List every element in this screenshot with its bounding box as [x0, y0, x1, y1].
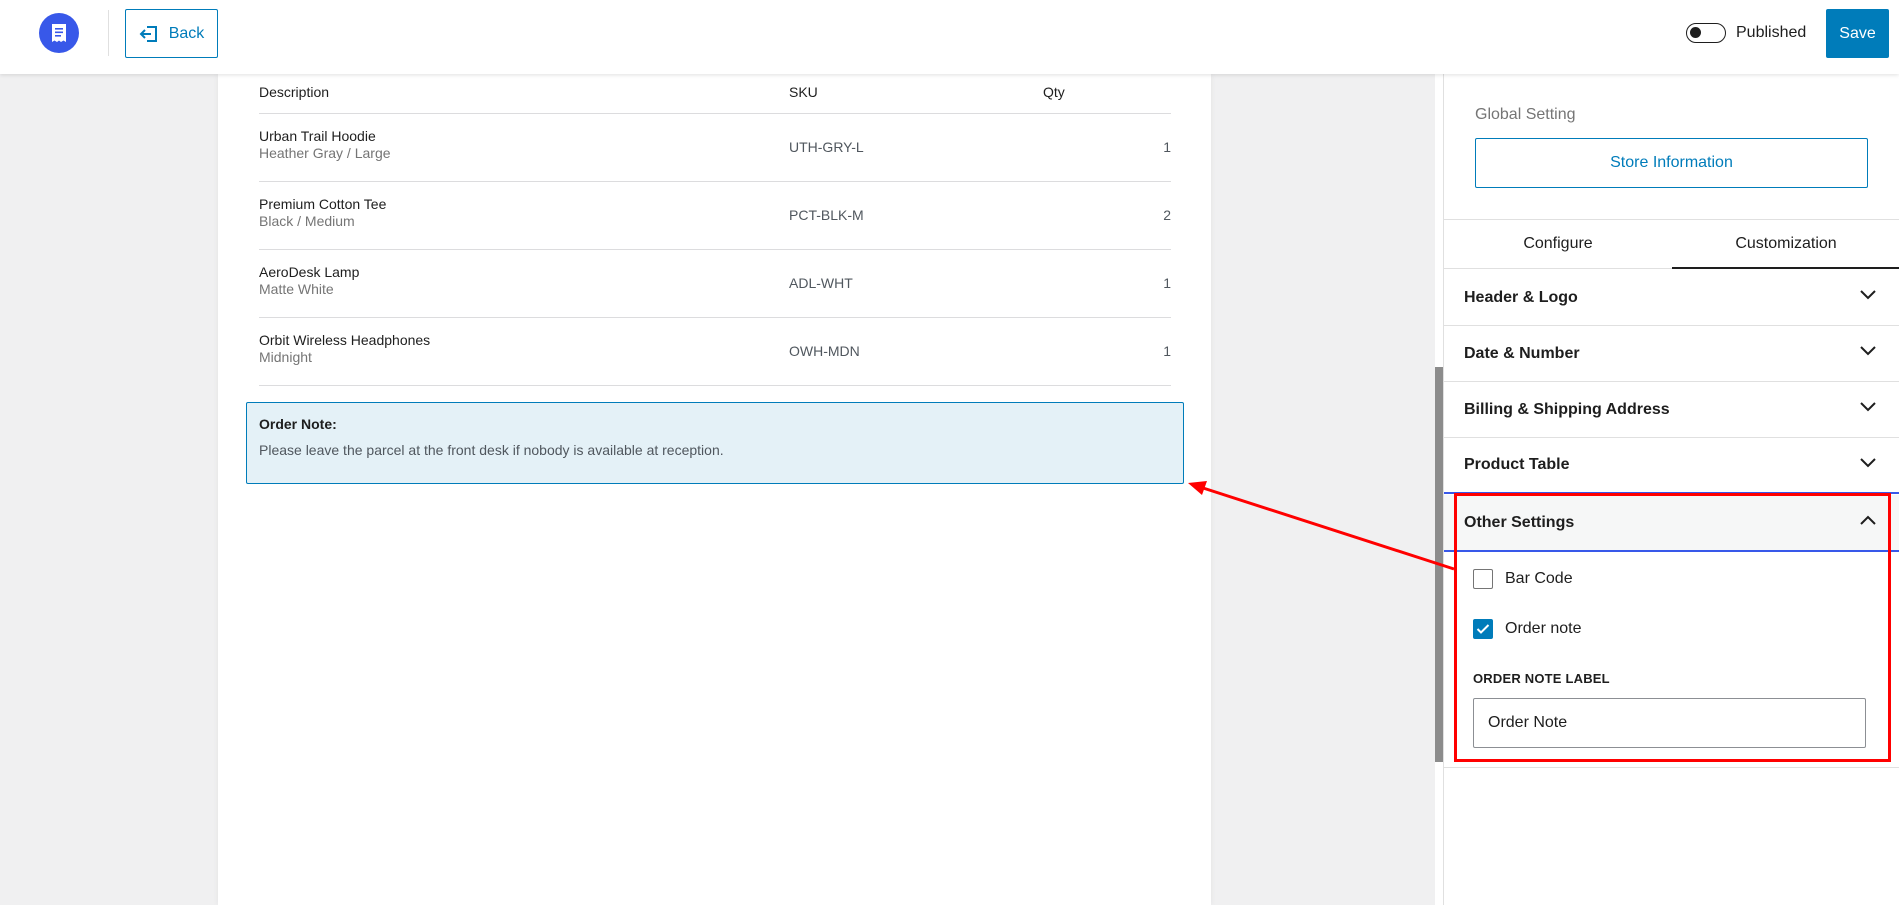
panel-title: Billing & Shipping Address [1464, 400, 1670, 418]
other-settings-divider [1443, 767, 1899, 768]
topbar-divider [108, 10, 109, 56]
order-note-block[interactable]: Order Note: Please leave the parcel at t… [246, 402, 1184, 484]
product-variant: Matte White [259, 281, 334, 297]
chevron-down-icon [1860, 458, 1876, 468]
product-name: AeroDesk Lamp [259, 264, 360, 280]
table-header: Description SKU Qty [259, 74, 1171, 114]
order-note-checkbox[interactable] [1473, 619, 1493, 639]
back-button-label: Back [168, 24, 205, 42]
top-bar: Back Published Save [0, 0, 1899, 74]
order-note-label: Order note [1505, 620, 1582, 637]
product-name: Orbit Wireless Headphones [259, 332, 431, 348]
receipt-icon [52, 24, 66, 42]
product-sku: OWH-MDN [789, 343, 860, 359]
panel-title: Other Settings [1464, 513, 1575, 531]
sidebar-tabs: Configure Customization [1444, 219, 1899, 269]
product-variant: Heather Gray / Large [259, 145, 391, 161]
barcode-checkbox-row[interactable]: Bar Code [1473, 569, 1573, 589]
store-information-button[interactable]: Store Information [1475, 138, 1868, 188]
exit-arrow-icon [139, 25, 157, 42]
app-logo[interactable] [39, 13, 79, 53]
panel-header-logo[interactable]: Header & Logo [1444, 270, 1899, 326]
chevron-down-icon [1860, 346, 1876, 356]
chevron-down-icon [1860, 290, 1876, 300]
save-button[interactable]: Save [1826, 9, 1889, 58]
header-description: Description [259, 84, 330, 100]
document-preview: Description SKU Qty Urban Trail Hoodie H… [218, 74, 1211, 905]
order-note-text: Please leave the parcel at the front des… [259, 442, 724, 458]
table-row: Premium Cotton Tee Black / Medium PCT-BL… [259, 182, 1171, 250]
scrollbar-thumb[interactable] [1435, 367, 1443, 762]
product-sku: PCT-BLK-M [789, 207, 864, 223]
published-label: Published [1736, 24, 1807, 41]
panel-date-number[interactable]: Date & Number [1444, 326, 1899, 382]
tab-configure[interactable]: Configure [1444, 220, 1672, 268]
product-qty: 1 [1163, 343, 1171, 359]
order-note-field-label: ORDER NOTE LABEL [1473, 671, 1610, 686]
barcode-checkbox[interactable] [1473, 569, 1493, 589]
chevron-up-icon [1860, 515, 1876, 525]
tab-customization[interactable]: Customization [1672, 220, 1899, 269]
settings-sidebar: Global Setting Store Information Configu… [1443, 74, 1899, 905]
table-row: AeroDesk Lamp Matte White ADL-WHT 1 [259, 250, 1171, 318]
product-variant: Black / Medium [259, 213, 355, 229]
published-toggle[interactable] [1686, 23, 1726, 43]
table-row: Urban Trail Hoodie Heather Gray / Large … [259, 114, 1171, 182]
product-name: Urban Trail Hoodie [259, 128, 376, 144]
panel-billing-shipping-address[interactable]: Billing & Shipping Address [1444, 382, 1899, 438]
product-name: Premium Cotton Tee [259, 196, 387, 212]
product-qty: 1 [1163, 275, 1171, 291]
product-qty: 2 [1163, 207, 1171, 223]
product-table: Description SKU Qty Urban Trail Hoodie H… [259, 74, 1171, 386]
panel-product-table[interactable]: Product Table [1444, 438, 1899, 494]
panel-title: Product Table [1464, 456, 1570, 473]
header-sku: SKU [789, 84, 818, 100]
panel-other-settings[interactable]: Other Settings [1444, 495, 1899, 552]
barcode-label: Bar Code [1505, 570, 1573, 587]
back-button[interactable]: Back [125, 9, 218, 58]
product-variant: Midnight [259, 349, 312, 365]
product-qty: 1 [1163, 139, 1171, 155]
panel-title: Date & Number [1464, 344, 1580, 362]
product-sku: ADL-WHT [789, 275, 853, 291]
order-note-title: Order Note: [259, 416, 337, 432]
toggle-knob [1690, 27, 1701, 38]
order-note-label-input[interactable] [1473, 698, 1866, 748]
table-row: Orbit Wireless Headphones Midnight OWH-M… [259, 318, 1171, 386]
panel-title: Header & Logo [1464, 288, 1578, 306]
order-note-checkbox-row[interactable]: Order note [1473, 619, 1581, 639]
product-sku: UTH-GRY-L [789, 139, 864, 155]
chevron-down-icon [1860, 402, 1876, 412]
checkmark-icon [1476, 624, 1490, 634]
global-setting-label: Global Setting [1475, 106, 1576, 123]
header-qty: Qty [1043, 84, 1065, 100]
